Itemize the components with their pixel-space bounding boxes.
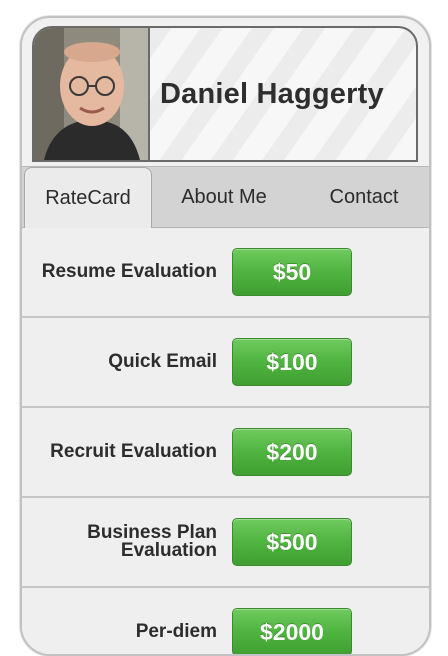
ratecard-row: Recruit Evaluation $200 <box>22 408 429 498</box>
price-button-business-plan-evaluation[interactable]: $500 <box>232 518 352 566</box>
ratecard-list: Resume Evaluation $50 Quick Email $100 R… <box>22 228 429 654</box>
ratecard-row: Resume Evaluation $50 <box>22 228 429 318</box>
profile-name: Daniel Haggerty <box>160 77 384 110</box>
tab-contact[interactable]: Contact <box>298 167 429 227</box>
ratecard-row: Business Plan Evaluation $500 <box>22 498 429 588</box>
ratecard-row: Per-diem $2000 <box>22 588 429 654</box>
service-label: Recruit Evaluation <box>50 441 217 462</box>
price-button-per-diem[interactable]: $2000 <box>232 608 352 654</box>
price-button-recruit-evaluation[interactable]: $200 <box>232 428 352 476</box>
profile-card: Daniel Haggerty RateCard About Me Contac… <box>20 16 431 656</box>
price-button-resume-evaluation[interactable]: $50 <box>232 248 352 296</box>
tab-bar: RateCard About Me Contact <box>22 166 429 228</box>
service-label: Per-diem <box>135 621 217 642</box>
profile-header: Daniel Haggerty <box>32 26 418 162</box>
tab-ratecard[interactable]: RateCard <box>24 167 152 228</box>
tab-about-me[interactable]: About Me <box>162 167 286 227</box>
person-avatar-icon <box>34 28 148 160</box>
service-label: Business Plan Evaluation <box>87 522 217 561</box>
service-label: Quick Email <box>108 351 217 372</box>
price-button-quick-email[interactable]: $100 <box>232 338 352 386</box>
profile-photo <box>34 28 150 160</box>
service-label: Resume Evaluation <box>41 261 217 282</box>
ratecard-row: Quick Email $100 <box>22 318 429 408</box>
